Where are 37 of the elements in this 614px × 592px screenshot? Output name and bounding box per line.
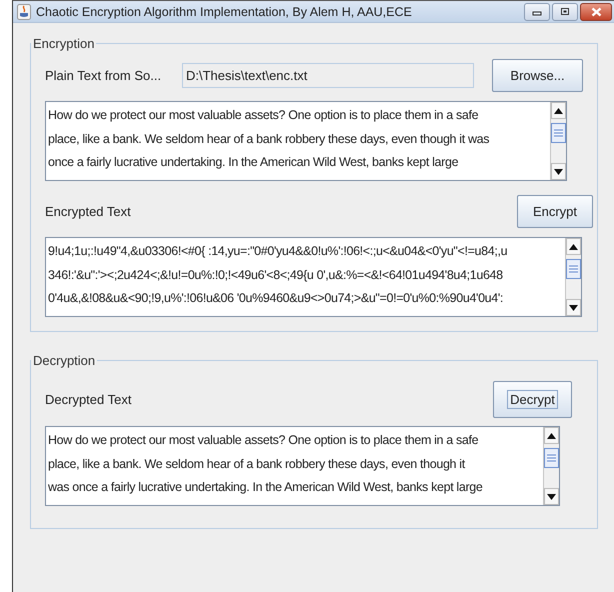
up-arrow-icon [547,432,556,438]
down-arrow-icon [547,494,556,500]
decrypt-button[interactable]: Decrypt [493,380,572,418]
path-field[interactable]: D:\Thesis\text\enc.txt [182,62,474,88]
field-label: Encrypted Text [45,204,131,218]
scroll-down-button[interactable] [566,299,581,316]
scrollbar[interactable] [565,238,581,316]
scroll-up-button[interactable] [551,102,566,119]
scroll-up-button[interactable] [566,238,581,255]
down-arrow-icon [569,304,578,310]
scroll-up-button[interactable] [544,427,559,444]
text-area[interactable]: 9!u4;1u;:!u49"4,&u03306!<#0{ :14,yu=:"0#0'yu4&&0!u%':!06!<:;u<&u04&<0'yu"<!=u84;,u 346!:'&u":'><;2u424<;&!u!=0u%:!0;!<49u6'<8<;49{u 0',u&:%=<&!<64!01u494'8u4;1u648 0'4u&,&!08&u&<90;!9,u%':!06!u&06 '0u%9460&u9<>0u74;>&u"=0!=0'u%0:%90u4'0u4': [45,237,582,317]
scroll-thumb[interactable] [566,259,581,279]
window-title: Chaotic Encryption Algorithm Implementation, By Alem H, AAU,ECE [36,4,412,18]
maximize-button[interactable] [552,2,578,20]
scroll-down-button[interactable] [544,488,559,505]
field-label: Plain Text from So... [45,68,162,82]
scroll-thumb[interactable] [551,123,566,143]
scrollbar[interactable] [550,102,566,180]
text-area[interactable]: How do we protect our most valuable assets? One option is to place them in a safe place, like a bank. We seldom hear of a bank robbery these days, even though it was once a fairly lucrative undertaking. In the American Wild West, banks kept large [45,426,560,506]
scrollbar[interactable] [543,427,559,505]
scroll-down-button[interactable] [551,163,566,180]
text-area[interactable]: How do we protect our most valuable assets? One option is to place them in a safe place, like a bank. We seldom hear of a bank robbery these days, even though it was once a fairly lucrative undertaking. In the American Wild West, banks kept large [45,101,567,181]
scroll-thumb[interactable] [544,448,559,468]
group-title: Decryption [32,353,96,368]
browse-button[interactable]: Browse... [492,58,583,92]
field-label: Decrypted Text [45,392,132,406]
close-button[interactable] [580,2,612,20]
group-title: Encryption [32,36,96,51]
up-arrow-icon [569,244,578,250]
down-arrow-icon [554,168,563,174]
minimize-button[interactable] [524,2,550,20]
up-arrow-icon [554,108,563,114]
coffee-cup-icon [17,4,31,20]
encrypt-button[interactable]: Encrypt [517,194,593,228]
close-icon [590,6,602,16]
maximize-icon [560,7,570,16]
